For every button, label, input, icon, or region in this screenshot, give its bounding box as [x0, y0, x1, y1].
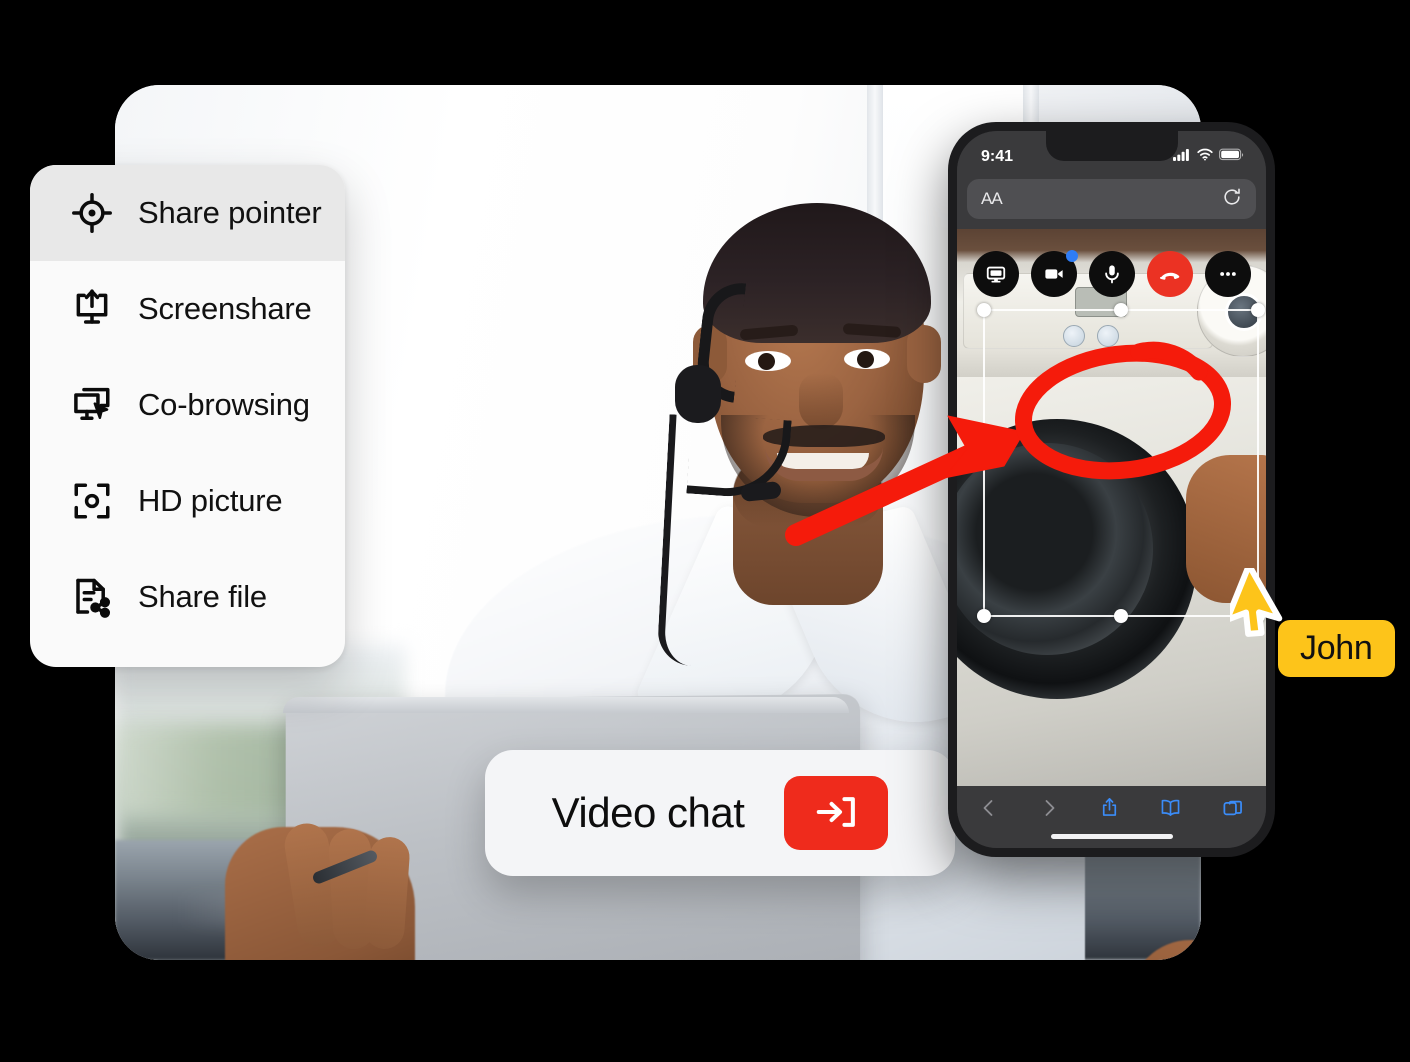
selection-handle-bottom-center[interactable] — [1114, 609, 1128, 623]
menu-item-label: Share pointer — [138, 195, 322, 230]
eye-right — [844, 349, 890, 369]
wifi-icon — [1197, 148, 1213, 166]
menu-item-hd-picture[interactable]: HD picture — [30, 453, 345, 549]
call-control-end-call[interactable] — [1146, 251, 1193, 297]
more-options-icon — [1219, 272, 1236, 276]
video-chat-join-button[interactable] — [784, 776, 889, 850]
video-chat-label: Video chat — [551, 789, 745, 836]
phone-screen: 9:41 AA — [957, 131, 1266, 848]
call-control-more-options[interactable] — [1204, 251, 1251, 297]
screenshare-icon — [70, 287, 114, 331]
share-pointer-icon — [70, 191, 114, 235]
menu-item-co-browsing[interactable]: Co-browsing — [30, 357, 345, 453]
status-indicators — [1173, 148, 1244, 166]
call-control-camera[interactable] — [1030, 250, 1078, 297]
share-file-icon — [70, 575, 114, 619]
menu-item-share-pointer[interactable]: Share pointer — [30, 165, 345, 261]
phone-mockup: 9:41 AA — [948, 122, 1275, 857]
menu-item-label: Screenshare — [138, 291, 312, 326]
menu-item-label: Share file — [138, 579, 267, 614]
menu-item-label: HD picture — [138, 483, 283, 518]
browser-toolbar-icons — [957, 786, 1266, 824]
browser-url-bar[interactable]: AA — [957, 177, 1266, 229]
hd-picture-icon — [70, 479, 114, 523]
share-options-menu[interactable]: Share pointer Screenshare Co-browsing HD… — [30, 165, 345, 667]
pupil-right — [857, 351, 874, 368]
end-call-icon — [1159, 272, 1179, 280]
battery-icon — [1219, 148, 1244, 166]
selection-handle-top-left[interactable] — [977, 303, 991, 317]
forward-chevron-icon[interactable] — [1039, 797, 1059, 824]
bookmarks-icon[interactable] — [1159, 797, 1182, 823]
video-camera-icon — [1044, 269, 1063, 279]
remote-cursor-icon — [1230, 568, 1283, 637]
share-icon[interactable] — [1099, 796, 1120, 824]
eye-left — [745, 351, 791, 371]
tabs-icon[interactable] — [1222, 797, 1244, 824]
menu-item-screenshare[interactable]: Screenshare — [30, 261, 345, 357]
enter-arrow-icon — [814, 790, 858, 837]
url-bar-inner[interactable]: AA — [967, 179, 1256, 219]
selection-handle-top-center[interactable] — [1114, 303, 1128, 317]
back-chevron-icon[interactable] — [979, 797, 999, 824]
home-indicator — [1050, 834, 1173, 839]
browser-toolbar — [957, 786, 1266, 848]
laptop-lid-edge — [283, 697, 849, 713]
text-size-icon[interactable]: AA — [981, 189, 1003, 209]
phone-notch — [1045, 131, 1178, 161]
selection-handle-bottom-left[interactable] — [977, 609, 991, 623]
call-controls — [957, 250, 1266, 297]
pupil-left — [758, 353, 775, 370]
microphone-icon — [1104, 265, 1119, 284]
co-browsing-icon — [70, 383, 114, 427]
menu-item-label: Co-browsing — [138, 387, 310, 422]
screenshot-stage: Share pointer Screenshare Co-browsing HD… — [0, 0, 1410, 1062]
ear-right — [907, 325, 941, 383]
screen-share-icon — [986, 266, 1005, 283]
remote-cursor-label: John — [1278, 620, 1395, 677]
status-time: 9:41 — [981, 148, 1014, 165]
reload-icon[interactable] — [1222, 187, 1242, 212]
camera-active-badge — [1065, 250, 1078, 262]
video-chat-card: Video chat — [485, 750, 955, 876]
call-control-screen-share[interactable] — [972, 251, 1019, 297]
selection-handle-top-right[interactable] — [1251, 303, 1265, 317]
menu-item-share-file[interactable]: Share file — [30, 549, 345, 645]
annotation-selection-frame[interactable] — [977, 303, 1265, 623]
call-control-microphone[interactable] — [1088, 251, 1135, 297]
